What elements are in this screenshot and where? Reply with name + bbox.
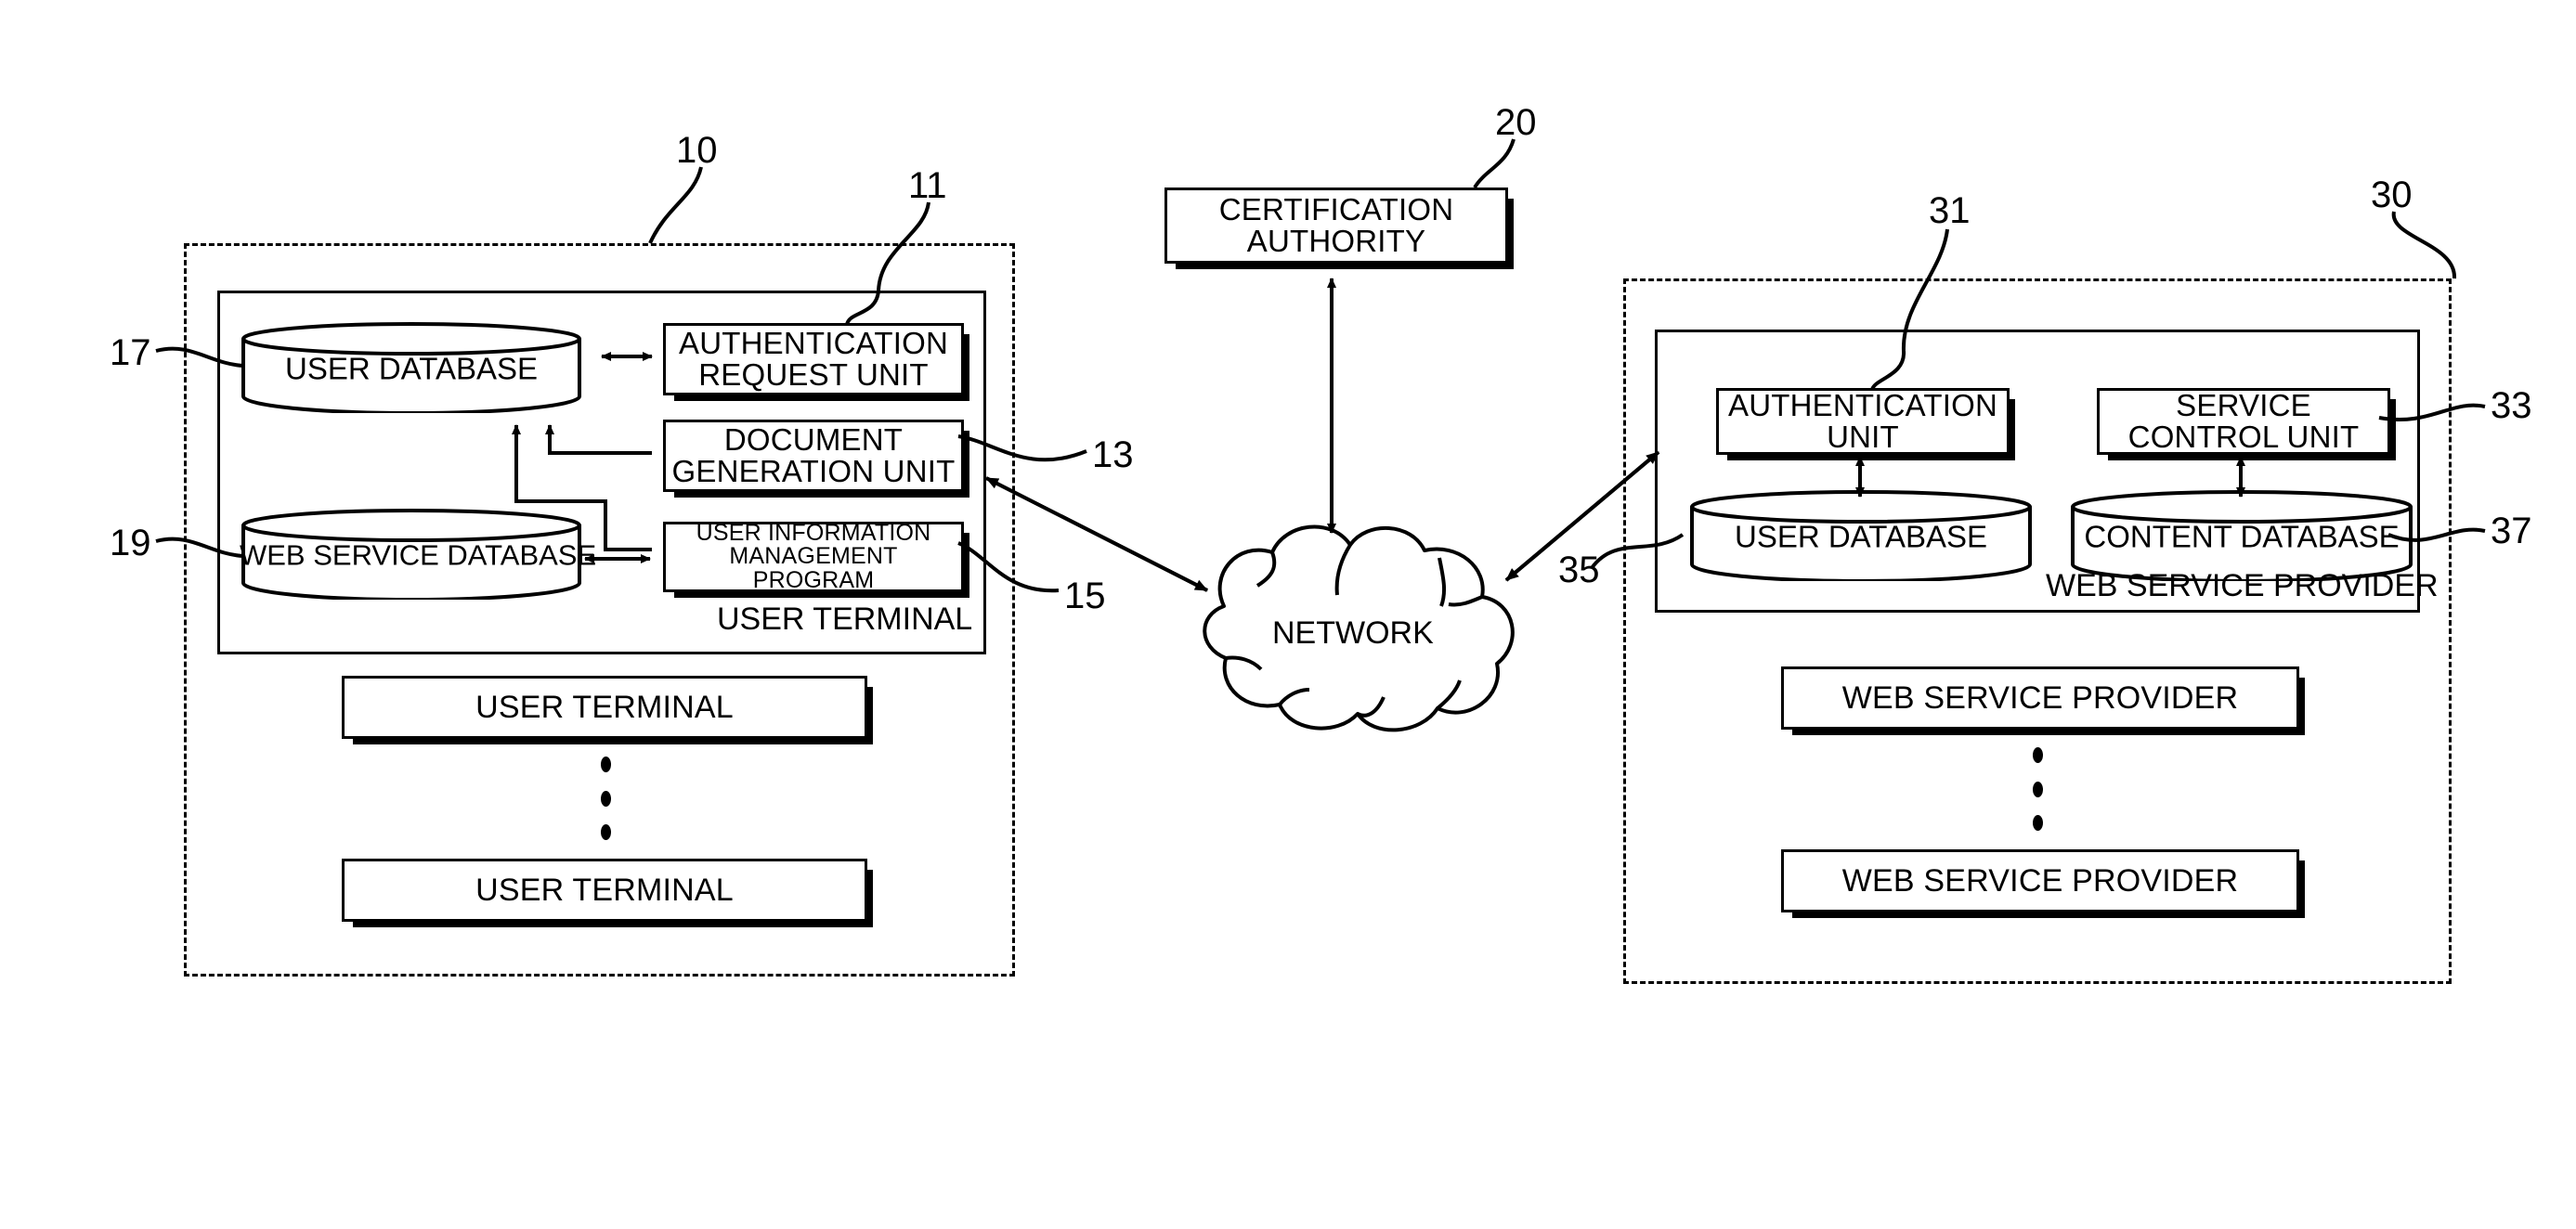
- user-terminal-extra-1[interactable]: USER TERMINAL: [342, 676, 873, 744]
- reference-numeral-31: 31: [1929, 190, 1971, 231]
- document-generation-unit-line2: GENERATION UNIT: [671, 454, 956, 488]
- ellipsis-dot: [2032, 815, 2043, 831]
- user-terminal-ellipsis: [600, 757, 611, 840]
- reference-numeral-17: 17: [110, 332, 151, 373]
- user-database-cylinder-right: USER DATABASE: [1688, 490, 2034, 581]
- web-service-database-cylinder: WEB SERVICE DATABASE: [240, 509, 597, 600]
- ellipsis-dot: [600, 790, 611, 807]
- user-database-label-right: USER DATABASE: [1734, 519, 1987, 554]
- reference-numeral-20: 20: [1495, 102, 1537, 143]
- user-database-label-left: USER DATABASE: [284, 351, 538, 386]
- user-information-management-program[interactable]: USER INFORMATION MANAGEMENT PROGRAM: [663, 519, 969, 598]
- certification-authority[interactable]: CERTIFICATION AUTHORITY: [1164, 188, 1514, 269]
- network-label: NETWORK: [1272, 615, 1434, 651]
- web-service-provider-extra-1[interactable]: WEB SERVICE PROVIDER: [1781, 666, 2305, 735]
- ellipsis-dot: [600, 757, 611, 772]
- user-terminal-caption: USER TERMINAL: [717, 602, 973, 637]
- web-service-provider-caption: WEB SERVICE PROVIDER: [2046, 568, 2439, 603]
- service-control-unit-line1: SERVICE: [2176, 388, 2311, 423]
- reference-numeral-37: 37: [2491, 511, 2532, 551]
- web-service-provider-ellipsis: [2032, 747, 2043, 831]
- web-service-provider-extra-2[interactable]: WEB SERVICE PROVIDER: [1781, 849, 2305, 918]
- user-terminal-extra-1-label: USER TERMINAL: [475, 689, 734, 725]
- reference-numeral-19: 19: [110, 523, 151, 563]
- service-control-unit-line2: CONTROL UNIT: [2127, 420, 2360, 454]
- user-information-management-program-line1: USER INFORMATION: [696, 519, 931, 546]
- ellipsis-dot: [2032, 747, 2043, 763]
- reference-numeral-13: 13: [1092, 434, 1134, 475]
- authentication-unit[interactable]: AUTHENTICATION UNIT: [1716, 388, 2015, 460]
- certification-authority-line1: CERTIFICATION: [1218, 192, 1454, 227]
- certification-authority-line2: AUTHORITY: [1246, 224, 1426, 258]
- network-cloud: NETWORK: [1168, 506, 1540, 738]
- reference-numeral-10: 10: [676, 130, 718, 171]
- ellipsis-dot: [600, 824, 611, 840]
- web-service-provider-extra-2-label: WEB SERVICE PROVIDER: [1841, 862, 2239, 899]
- user-information-management-program-line2: MANAGEMENT PROGRAM: [729, 543, 898, 593]
- document-generation-unit-line1: DOCUMENT: [723, 422, 904, 458]
- ellipsis-dot: [2032, 781, 2043, 797]
- document-generation-unit[interactable]: DOCUMENT GENERATION UNIT: [663, 420, 969, 498]
- web-service-database-label: WEB SERVICE DATABASE: [240, 538, 597, 572]
- web-service-provider-extra-1-label: WEB SERVICE PROVIDER: [1841, 679, 2239, 716]
- reference-numeral-11: 11: [908, 165, 947, 206]
- authentication-request-unit-line2: REQUEST UNIT: [698, 357, 929, 392]
- user-terminal-extra-2-label: USER TERMINAL: [475, 872, 734, 908]
- authentication-unit-line1: AUTHENTICATION: [1727, 388, 1998, 423]
- reference-numeral-15: 15: [1064, 576, 1106, 616]
- authentication-unit-line2: UNIT: [1827, 420, 1899, 454]
- authentication-request-unit[interactable]: AUTHENTICATION REQUEST UNIT: [663, 323, 969, 401]
- user-database-cylinder-left: USER DATABASE: [240, 322, 583, 413]
- reference-numeral-33: 33: [2491, 385, 2532, 426]
- patent-figure: USER DATABASE WEB SERVICE DATABASE AUTHE…: [0, 0, 2576, 1229]
- content-database-label: CONTENT DATABASE: [2084, 519, 2400, 554]
- authentication-request-unit-line1: AUTHENTICATION: [678, 326, 949, 361]
- reference-numeral-30: 30: [2371, 175, 2413, 215]
- service-control-unit[interactable]: SERVICE CONTROL UNIT: [2097, 388, 2396, 460]
- user-terminal-extra-2[interactable]: USER TERMINAL: [342, 859, 873, 927]
- reference-numeral-35: 35: [1558, 550, 1600, 590]
